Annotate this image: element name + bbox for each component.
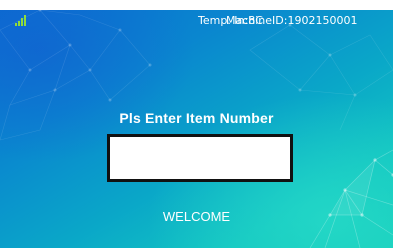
welcome-message: WELCOME — [162, 209, 231, 224]
signal-strength-icon — [15, 15, 26, 26]
top-margin — [0, 0, 393, 10]
app-window: Temp. In:8C MachineID:1902150001 Pls Ent… — [0, 0, 393, 248]
vending-screen: Temp. In:8C MachineID:1902150001 Pls Ent… — [0, 10, 393, 248]
status-bar: Temp. In:8C MachineID:1902150001 — [0, 10, 393, 32]
item-number-prompt: Pls Enter Item Number — [119, 110, 274, 126]
item-number-input[interactable] — [107, 134, 293, 182]
machine-id-readout: MachineID:1902150001 — [226, 14, 358, 27]
